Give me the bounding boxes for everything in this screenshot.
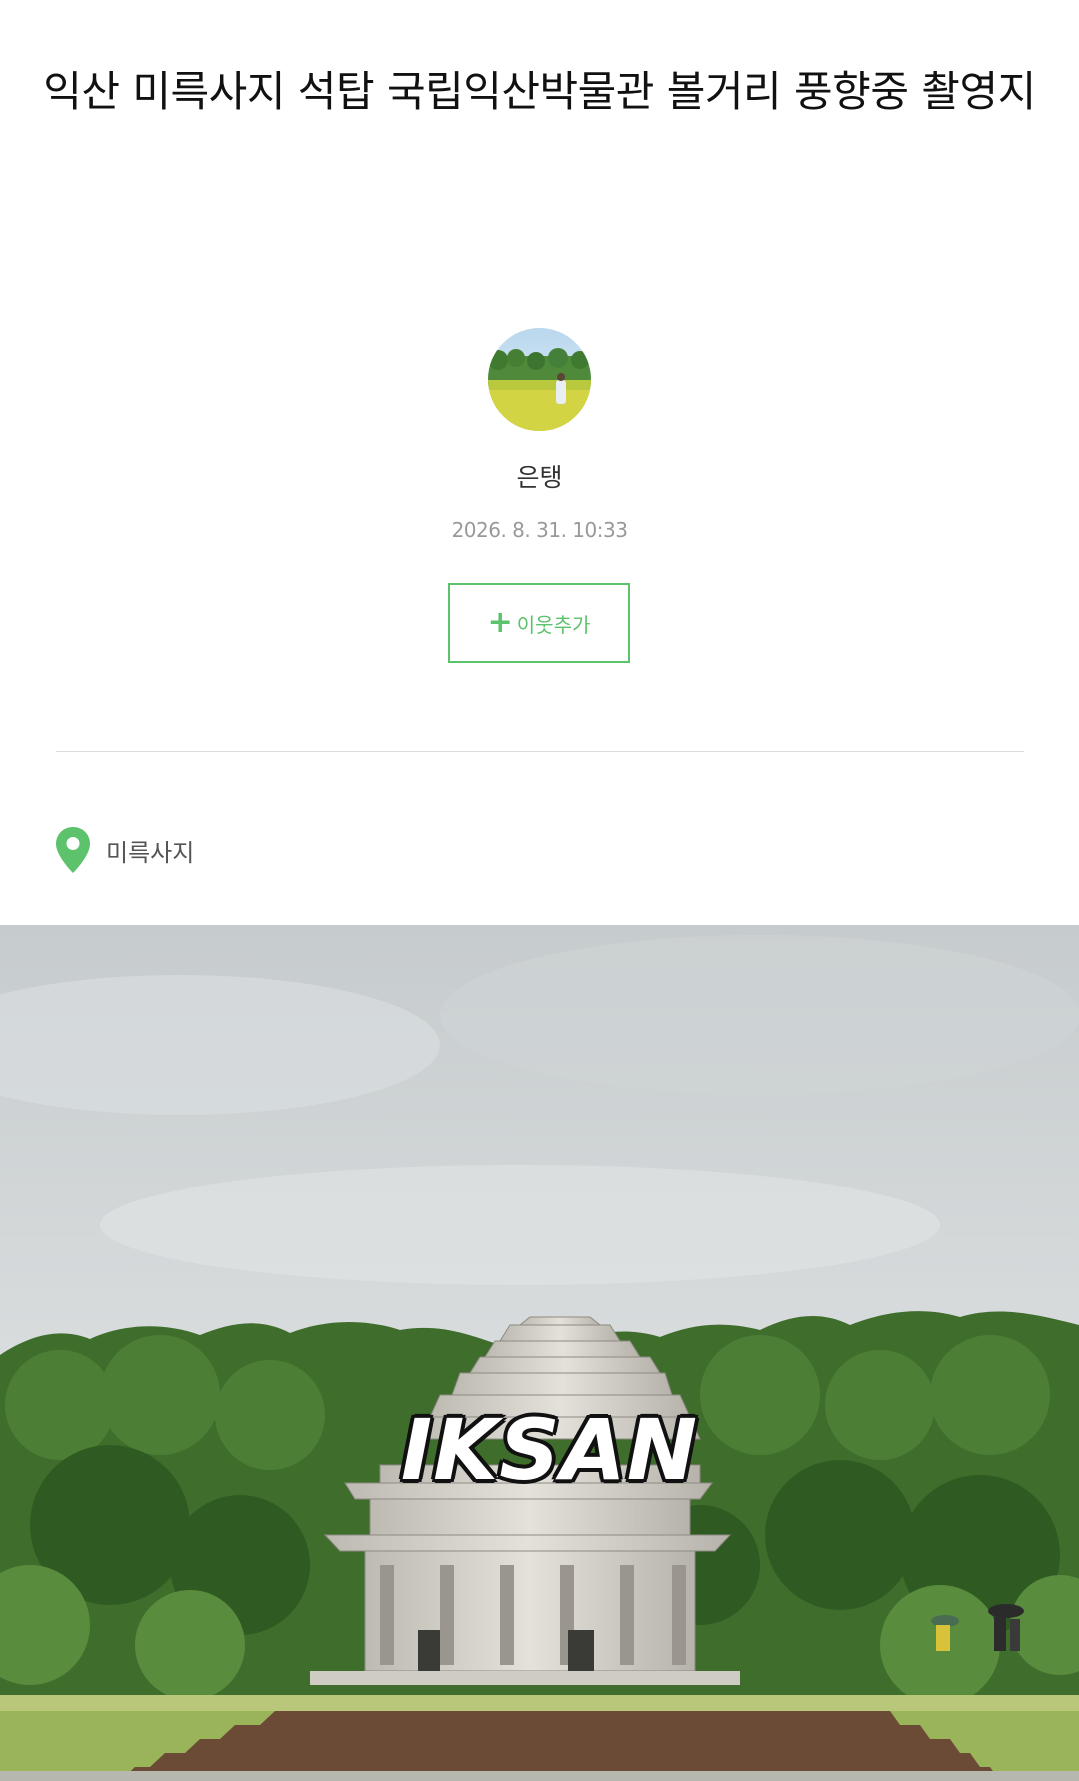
map-pin-icon [56, 827, 90, 873]
post-title: 익산 미륵사지 석탑 국립익산박물관 볼거리 풍향중 촬영지 [43, 67, 1036, 116]
location-label: 미륵사지 [106, 838, 195, 867]
plus-icon: + [487, 605, 513, 640]
post-photo[interactable] [0, 925, 1079, 1781]
photo-caption-iksan: IKSAN [400, 1401, 699, 1499]
author-avatar[interactable] [488, 328, 591, 431]
author-name[interactable]: 은탱 [0, 458, 1079, 494]
add-neighbor-button[interactable]: + 이웃추가 [448, 583, 630, 663]
location-tag[interactable]: 미륵사지 [54, 825, 194, 875]
add-neighbor-label: 이웃추가 [516, 612, 591, 637]
post-date: 2026. 8. 31. 10:33 [451, 518, 628, 542]
section-divider [56, 751, 1024, 752]
